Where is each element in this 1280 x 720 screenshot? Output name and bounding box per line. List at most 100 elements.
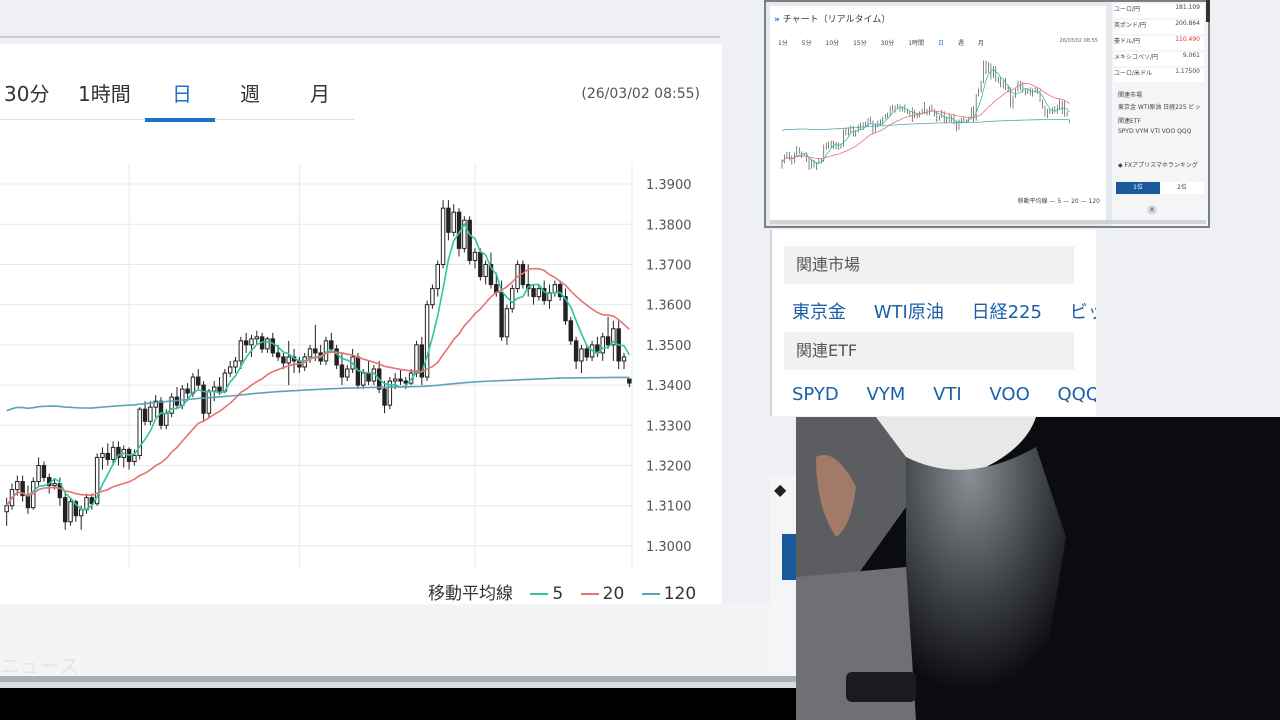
rate-row[interactable]: 英ポンド/円 200.864 (1114, 20, 1204, 34)
candle-body (281, 356, 286, 364)
candle-body (430, 288, 435, 306)
y-tick-label: 1.3300 (646, 419, 692, 434)
preview-tab[interactable]: 1分 (778, 40, 788, 47)
link-vym[interactable]: VYM (866, 384, 905, 405)
candle-body (504, 308, 510, 338)
rate-label: ユーロ/米ドル (1114, 70, 1153, 77)
candle-body (110, 446, 116, 460)
diamond-icon: ◆ (774, 480, 787, 499)
candle-body (254, 336, 260, 340)
legend-swatch-5 (530, 593, 549, 595)
candle-body (132, 454, 137, 462)
related-etf-links: SPYD VYM VTI VOO QQQ (792, 384, 1122, 405)
ma-line-120 (6, 376, 630, 412)
candle-body (483, 263, 488, 278)
candle-body (552, 284, 558, 294)
candle-body (265, 338, 270, 350)
rate-value: 110.490 (1175, 36, 1200, 43)
candle-body (472, 251, 478, 261)
preview-tab[interactable]: 月 (978, 40, 984, 47)
preview-tab-active[interactable]: 日 (938, 40, 944, 47)
candle-body (478, 251, 483, 278)
candle-body (366, 372, 371, 382)
preview-rank2-tab[interactable]: 2位 (1160, 182, 1204, 194)
preview-title: » チャート（リアルタイム） (774, 12, 890, 25)
legend-label-120: 120 (663, 584, 697, 604)
rate-row[interactable]: 豪ドル/円 110.490 (1114, 36, 1204, 50)
candle-body (424, 304, 430, 378)
candle-body (323, 340, 329, 362)
candle-body (579, 348, 584, 362)
link-voo[interactable]: VOO (989, 384, 1029, 405)
rate-label: 豪ドル/円 (1114, 38, 1141, 45)
y-tick-label: 1.3100 (646, 500, 692, 515)
rate-row[interactable]: メキシコペソ/円 9.061 (1114, 52, 1204, 66)
link-wti-oil[interactable]: WTI原油 (874, 302, 944, 323)
preview-chart-panel: » チャート（リアルタイム） 1分 5分 10分 15分 30分 1時間 日 週… (770, 6, 1106, 220)
candle-body (286, 356, 291, 364)
candle-body (307, 348, 313, 358)
link-tokyo-gold[interactable]: 東京金 (792, 302, 846, 323)
preview-tab[interactable]: 5分 (802, 40, 812, 47)
legend-label-5: 5 (552, 584, 564, 604)
mini-ma-line (781, 119, 1070, 131)
window-edge-marker (1206, 0, 1210, 22)
rate-label: メキシコペソ/円 (1114, 54, 1159, 61)
preview-window: » チャート（リアルタイム） 1分 5分 10分 15分 30分 1時間 日 週… (764, 0, 1210, 228)
preview-tab[interactable]: 週 (958, 40, 964, 47)
preview-rank1-tab[interactable]: 1位 (1116, 182, 1160, 194)
candle-body (621, 356, 627, 362)
preview-tab[interactable]: 15分 (853, 40, 867, 47)
link-qqq[interactable]: QQQ (1058, 384, 1101, 405)
ma-line-5 (6, 222, 630, 511)
candle-body (361, 372, 366, 386)
candle-body (446, 207, 451, 233)
y-tick-label: 1.3900 (646, 178, 692, 193)
rate-value: 1.17500 (1175, 68, 1200, 75)
close-icon[interactable]: × (1147, 205, 1157, 215)
preview-scrollbar[interactable] (770, 220, 1206, 224)
candle-body (600, 336, 605, 354)
preview-related-header: 関連市場 (1118, 92, 1143, 99)
rate-value: 181.109 (1175, 4, 1200, 11)
y-axis-ticks: 1.3900 1.3800 1.3700 1.3600 1.3500 1.3400 1.33… (646, 178, 692, 555)
candle-body (467, 219, 472, 261)
preview-related-links[interactable]: 東京金 WTI原油 日経225 ビッ (1118, 102, 1201, 111)
candle-body (180, 388, 185, 406)
candle-body (536, 288, 542, 298)
candle-body (233, 360, 238, 368)
link-vti[interactable]: VTI (933, 384, 962, 405)
candle-body (100, 452, 105, 458)
legend-swatch-120 (641, 593, 660, 595)
candle-body (605, 336, 611, 346)
y-tick-label: 1.3400 (646, 379, 692, 394)
candle-body (398, 378, 403, 382)
link-nikkei225[interactable]: 日経225 (972, 302, 1042, 323)
preview-title-text: チャート（リアルタイム） (782, 15, 891, 25)
candle-body (185, 388, 190, 394)
preview-mini-chart (778, 55, 1070, 170)
rate-row[interactable]: ユーロ/円 181.109 (1114, 4, 1204, 18)
candle-body (15, 481, 20, 491)
rate-row[interactable]: ユーロ/米ドル 1.17500 (1114, 68, 1204, 82)
candle-body (190, 376, 196, 394)
preview-tab[interactable]: 10分 (826, 40, 840, 47)
rate-label: ユーロ/円 (1114, 6, 1141, 13)
candle-body (339, 364, 345, 378)
candle-body (451, 211, 456, 233)
candle-body (568, 320, 574, 342)
preview-tab[interactable]: 1時間 (908, 40, 924, 47)
candle-body (25, 495, 31, 509)
mini-ma-line (781, 82, 1070, 163)
preview-etf-header: 関連ETF (1118, 118, 1141, 125)
candle-body (206, 390, 212, 414)
legend-swatch-20 (580, 593, 599, 595)
candle-body (62, 497, 68, 523)
legend-title: 移動平均線 (428, 584, 513, 604)
preview-etf-links[interactable]: SPYD VYM VTI VOO QQQ (1118, 128, 1191, 135)
rate-value: 9.061 (1182, 52, 1200, 59)
related-etf-header: 関連ETF (784, 332, 1074, 370)
link-spyd[interactable]: SPYD (792, 384, 839, 405)
preview-tab[interactable]: 30分 (881, 40, 895, 47)
candle-body (573, 340, 579, 362)
